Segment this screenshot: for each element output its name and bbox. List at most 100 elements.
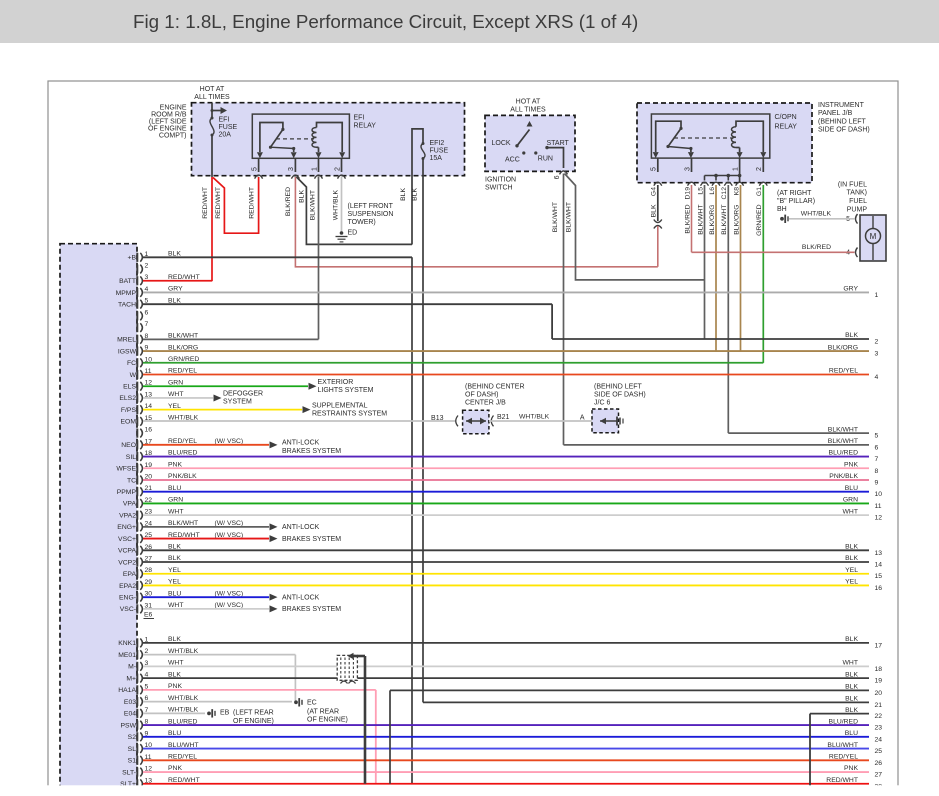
svg-text:SIDE OF DASH): SIDE OF DASH) bbox=[818, 127, 870, 134]
svg-text:G1: G1 bbox=[756, 187, 763, 196]
svg-text:BLK: BLK bbox=[845, 707, 858, 714]
svg-text:RED/WHT: RED/WHT bbox=[202, 187, 209, 219]
svg-text:2: 2 bbox=[875, 339, 879, 346]
svg-text:TACH: TACH bbox=[118, 301, 136, 308]
svg-text:SWITCH: SWITCH bbox=[485, 185, 513, 192]
svg-text:COMPT): COMPT) bbox=[159, 133, 187, 140]
svg-text:16: 16 bbox=[145, 427, 153, 434]
svg-text:EOM: EOM bbox=[121, 419, 137, 426]
svg-text:Fig 1: 1.8L, Engine Performanc: Fig 1: 1.8L, Engine Performance Circuit,… bbox=[133, 11, 638, 32]
svg-text:BLU/RED: BLU/RED bbox=[829, 450, 859, 457]
svg-text:5: 5 bbox=[875, 433, 879, 440]
svg-text:HA1A: HA1A bbox=[118, 687, 136, 694]
svg-text:8: 8 bbox=[875, 468, 879, 475]
svg-text:(LEFT FRONT: (LEFT FRONT bbox=[348, 203, 394, 210]
svg-text:J/C 6: J/C 6 bbox=[594, 400, 610, 407]
svg-text:BLK/WHT: BLK/WHT bbox=[566, 202, 573, 232]
svg-text:EFI2: EFI2 bbox=[430, 140, 445, 147]
svg-text:BLK: BLK bbox=[298, 190, 305, 203]
svg-text:BLK: BLK bbox=[845, 636, 858, 643]
svg-text:BLK: BLK bbox=[400, 188, 407, 201]
svg-text:19: 19 bbox=[875, 678, 883, 685]
svg-text:BLU: BLU bbox=[845, 485, 858, 492]
svg-text:M+: M+ bbox=[126, 675, 136, 682]
svg-text:SLT-: SLT- bbox=[122, 769, 136, 776]
svg-text:(BEHIND CENTER: (BEHIND CENTER bbox=[465, 384, 525, 391]
svg-text:SL: SL bbox=[128, 746, 137, 753]
svg-text:BLU: BLU bbox=[845, 730, 858, 737]
svg-text:ALL TIMES: ALL TIMES bbox=[510, 107, 546, 114]
svg-text:2: 2 bbox=[334, 167, 341, 171]
svg-text:FC: FC bbox=[127, 360, 136, 367]
svg-text:PANEL J/B: PANEL J/B bbox=[818, 110, 853, 117]
svg-text:BLK/ORG: BLK/ORG bbox=[828, 344, 858, 351]
svg-text:RELAY: RELAY bbox=[775, 124, 798, 131]
svg-text:YEL: YEL bbox=[845, 579, 858, 586]
svg-text:PSW: PSW bbox=[121, 722, 137, 729]
svg-text:PPMP: PPMP bbox=[117, 489, 137, 496]
svg-text:WHT: WHT bbox=[843, 508, 858, 515]
svg-text:"B" PILLAR): "B" PILLAR) bbox=[777, 198, 815, 205]
svg-text:ANTI-LOCK: ANTI-LOCK bbox=[282, 439, 320, 446]
svg-text:7: 7 bbox=[145, 321, 149, 328]
svg-text:G4: G4 bbox=[651, 187, 658, 196]
svg-text:YEL: YEL bbox=[845, 567, 858, 574]
svg-text:FUSE: FUSE bbox=[430, 148, 449, 155]
svg-text:3: 3 bbox=[875, 351, 879, 358]
svg-text:OF DASH): OF DASH) bbox=[465, 392, 498, 399]
svg-text:BLK: BLK bbox=[651, 204, 658, 217]
svg-text:21: 21 bbox=[875, 702, 883, 709]
svg-text:1: 1 bbox=[875, 292, 879, 299]
svg-text:CENTER J/B: CENTER J/B bbox=[465, 400, 506, 407]
svg-text:RED/YEL: RED/YEL bbox=[829, 754, 858, 761]
svg-text:(IN FUEL: (IN FUEL bbox=[838, 182, 867, 189]
svg-text:BLU/WHT: BLU/WHT bbox=[827, 742, 858, 749]
svg-text:E03: E03 bbox=[124, 699, 136, 706]
svg-text:VCPA: VCPA bbox=[118, 548, 136, 555]
svg-text:BLK/WHT: BLK/WHT bbox=[828, 438, 858, 445]
svg-text:RED/WHT: RED/WHT bbox=[826, 777, 858, 784]
svg-text:24: 24 bbox=[875, 736, 883, 743]
svg-text:SUPPLEMENTAL: SUPPLEMENTAL bbox=[312, 402, 368, 409]
svg-text:3: 3 bbox=[684, 167, 691, 171]
svg-text:WHT: WHT bbox=[843, 660, 858, 667]
svg-text:(LEFT REAR: (LEFT REAR bbox=[233, 709, 274, 716]
svg-text:GRN: GRN bbox=[843, 497, 858, 504]
svg-text:20: 20 bbox=[875, 690, 883, 697]
svg-text:BH: BH bbox=[777, 206, 787, 213]
svg-text:OF ENGINE: OF ENGINE bbox=[148, 126, 187, 133]
svg-text:25: 25 bbox=[875, 748, 883, 755]
svg-text:6: 6 bbox=[875, 444, 879, 451]
svg-text:ACC: ACC bbox=[505, 156, 520, 163]
svg-text:ANTI-LOCK: ANTI-LOCK bbox=[282, 594, 320, 601]
svg-text:BLK: BLK bbox=[412, 188, 419, 201]
svg-text:K8: K8 bbox=[733, 187, 740, 196]
svg-text:RED/WHT: RED/WHT bbox=[248, 187, 255, 219]
svg-text:(LEFT SIDE: (LEFT SIDE bbox=[149, 119, 187, 126]
svg-text:IGNITION: IGNITION bbox=[485, 177, 516, 184]
svg-text:BLK: BLK bbox=[845, 684, 858, 691]
svg-text:10: 10 bbox=[875, 491, 883, 498]
svg-text:EC: EC bbox=[307, 700, 317, 707]
svg-text:WFSE: WFSE bbox=[116, 466, 136, 473]
svg-text:E6: E6 bbox=[144, 612, 153, 619]
svg-text:KNK1: KNK1 bbox=[118, 640, 136, 647]
svg-text:(AT RIGHT: (AT RIGHT bbox=[777, 190, 812, 197]
svg-text:ENGINE: ENGINE bbox=[160, 105, 187, 112]
svg-text:2: 2 bbox=[756, 167, 763, 171]
svg-text:11: 11 bbox=[875, 503, 882, 510]
svg-text:B13: B13 bbox=[431, 415, 444, 422]
svg-text:IGSW: IGSW bbox=[118, 348, 137, 355]
svg-text:BLK/WHT: BLK/WHT bbox=[828, 426, 858, 433]
svg-text:SIDE OF DASH): SIDE OF DASH) bbox=[594, 392, 646, 399]
svg-text:S1: S1 bbox=[128, 758, 137, 765]
svg-text:26: 26 bbox=[875, 760, 883, 767]
svg-text:9: 9 bbox=[875, 479, 879, 486]
svg-text:E04: E04 bbox=[124, 711, 136, 718]
svg-text:6: 6 bbox=[554, 175, 561, 179]
svg-text:ELS: ELS bbox=[123, 384, 136, 391]
svg-text:(AT REAR: (AT REAR bbox=[307, 709, 339, 716]
svg-text:PNK/BLK: PNK/BLK bbox=[829, 473, 858, 480]
svg-text:ME01: ME01 bbox=[118, 652, 136, 659]
svg-text:(BEHIND LEFT: (BEHIND LEFT bbox=[594, 384, 643, 391]
